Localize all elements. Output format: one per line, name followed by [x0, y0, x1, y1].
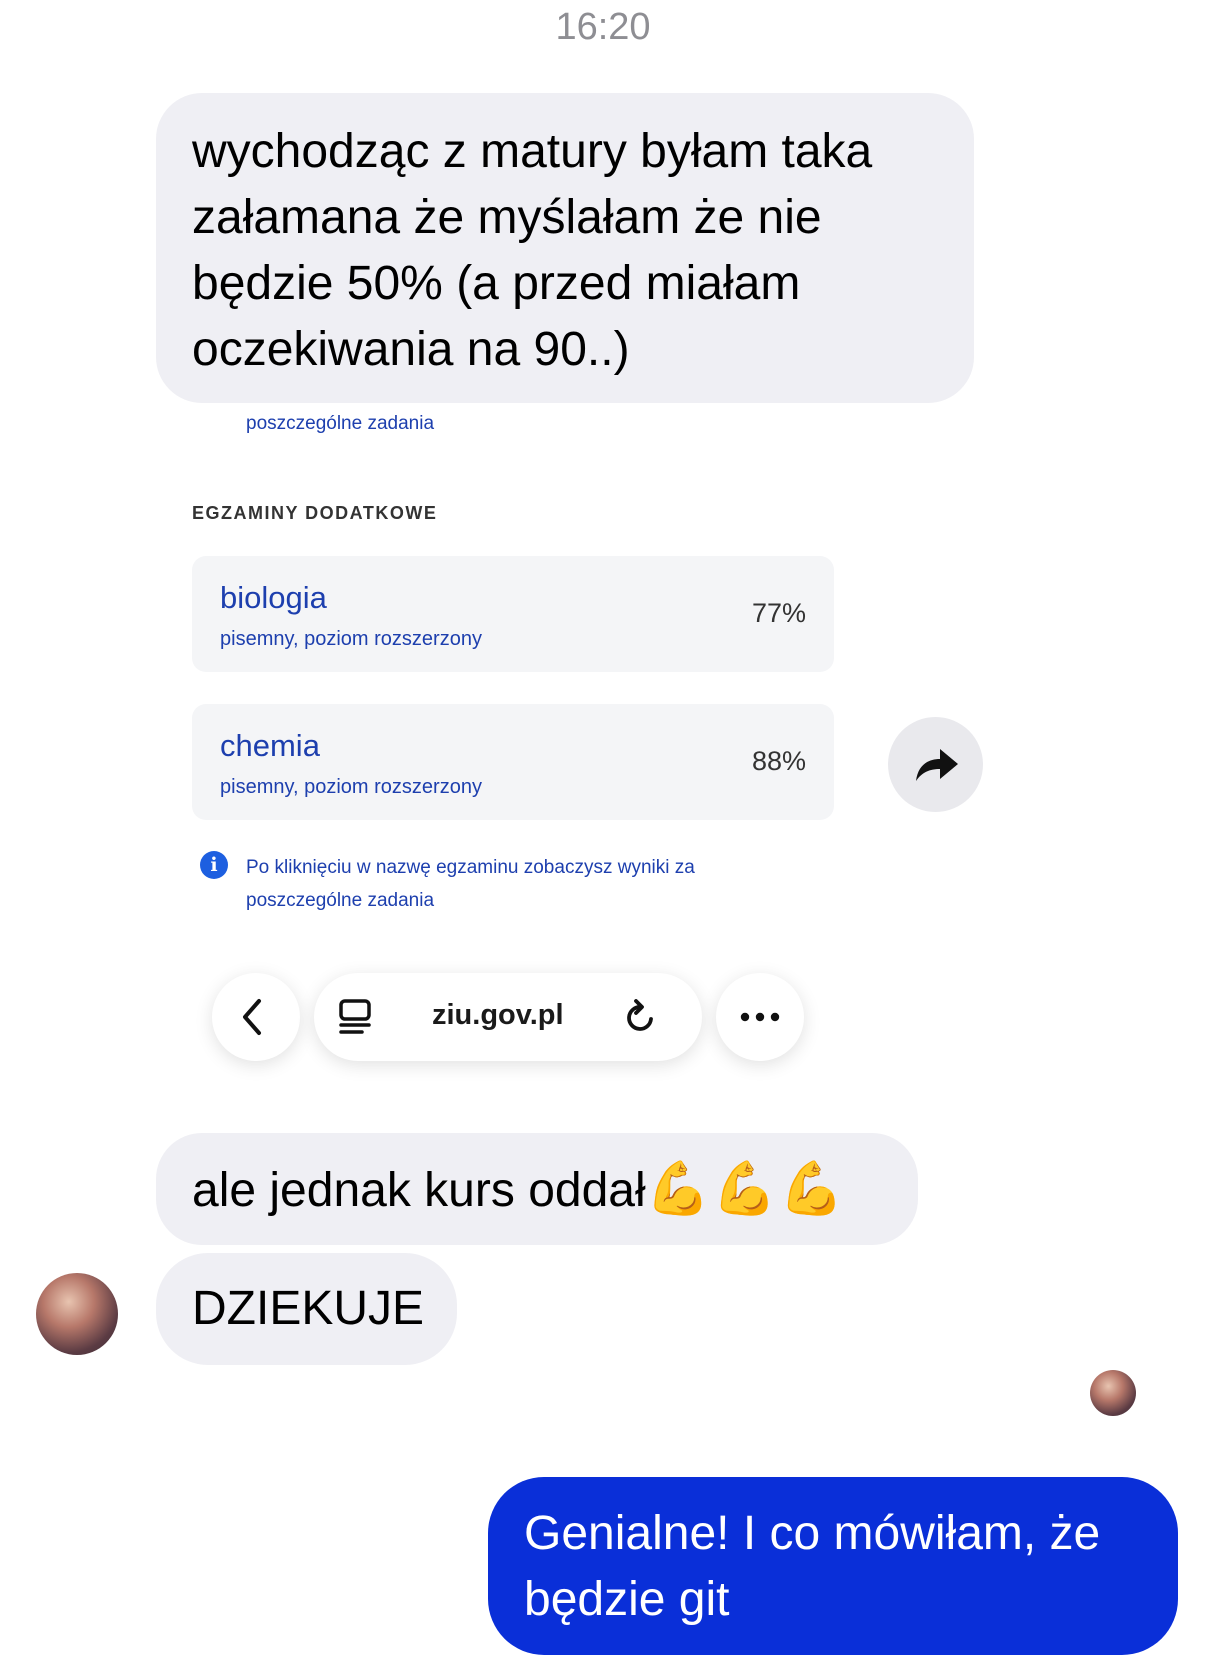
message-bubble-outgoing[interactable]: Genialne! I co mówiłam, że będzie git [488, 1477, 1178, 1655]
exam-name: chemia [220, 728, 320, 763]
browser-toolbar: ziu.gov.pl [212, 973, 812, 1063]
share-arrow-icon [916, 749, 958, 781]
message-bubble-incoming[interactable]: ale jednak kurs oddał💪💪💪 [156, 1133, 918, 1245]
exam-name: biologia [220, 580, 327, 615]
exam-detail: pisemny, poziom rozszerzony [220, 776, 482, 798]
more-icon [740, 1012, 780, 1022]
message-text: ale jednak kurs oddał [192, 1164, 646, 1217]
read-receipt-avatar [1090, 1370, 1136, 1416]
more-button [716, 973, 804, 1061]
screenshot-top-note: poszczególne zadania [246, 413, 435, 434]
exam-card-biologia: biologia pisemny, poziom rozszerzony 77% [192, 556, 834, 672]
shared-screenshot[interactable]: poszczególne zadania EGZAMINY DODATKOWE … [156, 403, 876, 1103]
exam-card-chemia: chemia pisemny, poziom rozszerzony 88% [192, 704, 834, 820]
exam-score: 88% [751, 746, 806, 776]
reload-icon [627, 999, 653, 1031]
section-title: EGZAMINY DODATKOWE [192, 503, 438, 523]
info-icon: i [200, 851, 228, 879]
back-button [212, 973, 300, 1061]
url-text: ziu.gov.pl [432, 999, 564, 1031]
message-bubble-incoming[interactable]: wychodząc z matury byłam taka załamana ż… [156, 93, 974, 403]
timestamp: 16:20 [555, 6, 651, 48]
message-bubble-incoming[interactable]: DZIEKUJE [156, 1253, 457, 1365]
reader-icon [339, 999, 371, 1034]
exam-score: 77% [751, 598, 806, 628]
avatar[interactable] [36, 1273, 118, 1355]
exam-detail: pisemny, poziom rozszerzony [220, 628, 482, 650]
forward-button[interactable] [888, 717, 983, 812]
chevron-left-icon [243, 999, 261, 1035]
address-bar: ziu.gov.pl [314, 973, 702, 1061]
flexed-biceps-emoji: 💪💪💪 [645, 1160, 846, 1218]
info-text: Po kliknięciu w nazwę egzaminu zobaczysz… [246, 857, 695, 911]
